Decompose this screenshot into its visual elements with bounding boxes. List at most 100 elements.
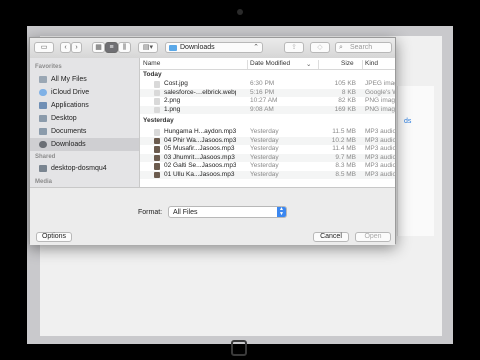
column-view-button[interactable]: ⫼ <box>118 42 131 53</box>
sidebar-item-label: Downloads <box>51 141 86 148</box>
file-date: 5:16 PM <box>250 88 275 96</box>
file-row[interactable]: 04 Phir Wa...Jasoos.mp3 Yesterday 10.2 M… <box>140 136 395 145</box>
file-date: Yesterday <box>250 170 279 178</box>
list-icon: ≡ <box>109 44 114 51</box>
dialog-accessory-bar: Format: All Files ▲ ▼ Options Cancel Open <box>30 187 395 245</box>
back-button[interactable]: ‹ <box>60 42 71 53</box>
icon-view-button[interactable]: ▦ <box>92 42 105 53</box>
folder-path-popup[interactable]: Downloads ⌃ <box>165 42 263 53</box>
chevron-right-icon: › <box>75 44 78 51</box>
file-row[interactable]: 03 Jhumrit...Jasoos.mp3 Yesterday 9.7 MB… <box>140 153 395 162</box>
format-select[interactable]: All Files ▲ ▼ <box>168 206 287 218</box>
file-size: 11.5 MB <box>332 128 356 135</box>
open-button[interactable]: Open <box>355 232 391 242</box>
cloud-icon <box>39 89 47 96</box>
sidebar-item-label: Documents <box>51 128 87 135</box>
sidebar-toggle-icon: ▭ <box>40 44 48 51</box>
sidebar-item-icloud-drive[interactable]: iCloud Drive <box>30 86 139 99</box>
file-row[interactable]: 1.png 9:08 AM 169 KB PNG image <box>140 105 395 114</box>
ipad-screen: ds ▭ ‹ › ▦ ≡ ⫼ ▤▾ Downloads ⌃ ⇪ ◇ ⌕ Sear… <box>27 26 453 344</box>
file-list: Name Date Modified ⌄ Size Kind Today Cos… <box>140 58 395 187</box>
background-link[interactable]: ds <box>404 118 411 125</box>
options-button[interactable]: Options <box>36 232 72 242</box>
grid-icon: ▦ <box>95 44 102 51</box>
folder-icon <box>169 45 177 51</box>
sidebar-item-downloads[interactable]: Downloads <box>30 138 139 151</box>
file-row[interactable]: Hungama H...aydon.mp3 Yesterday 11.5 MB … <box>140 128 395 137</box>
favorites-heading: Favorites <box>35 64 62 70</box>
column-name[interactable]: Name <box>143 60 160 67</box>
sidebar-item-all-my-files[interactable]: All My Files <box>30 73 139 86</box>
file-name: 01 Ullu Ka...Jasoos.mp3 <box>164 170 235 178</box>
file-kind: PNG image <box>365 97 395 104</box>
file-kind: Google's W <box>365 88 395 96</box>
file-name: 04 Phir Wa...Jasoos.mp3 <box>164 136 236 144</box>
sidebar-toggle-button[interactable]: ▭ <box>34 42 54 53</box>
file-kind: JPEG image <box>365 80 395 87</box>
album-art-icon <box>154 154 160 161</box>
home-button[interactable] <box>231 340 247 356</box>
file-name: 2.png <box>164 97 181 104</box>
image-file-icon <box>154 81 160 88</box>
file-name: 1.png <box>164 105 181 113</box>
file-size: 105 KB <box>334 80 356 87</box>
file-kind: MP3 audio <box>365 136 395 144</box>
format-label: Format: <box>138 209 163 216</box>
column-date[interactable]: Date Modified <box>250 60 290 67</box>
cancel-button[interactable]: Cancel <box>313 232 349 242</box>
column-divider <box>362 60 363 69</box>
open-file-dialog: ▭ ‹ › ▦ ≡ ⫼ ▤▾ Downloads ⌃ ⇪ ◇ ⌕ Search … <box>29 37 396 245</box>
album-art-icon <box>154 163 160 170</box>
audio-file-icon <box>154 129 160 136</box>
sidebar-item-desktop-dosmqu4[interactable]: desktop-dosmqu4 <box>30 162 139 175</box>
sidebar: Favorites All My Files iCloud Drive Appl… <box>30 58 140 187</box>
group-icon: ▤▾ <box>142 44 154 51</box>
sidebar-item-desktop[interactable]: Desktop <box>30 112 139 125</box>
file-kind: MP3 audio <box>365 128 395 135</box>
sidebar-item-documents[interactable]: Documents <box>30 125 139 138</box>
list-view-button[interactable]: ≡ <box>105 42 118 53</box>
file-kind: MP3 audio <box>365 162 395 169</box>
file-kind: MP3 audio <box>365 170 395 178</box>
chevron-updown-icon: ⌃ <box>253 44 259 51</box>
file-size: 82 KB <box>338 97 356 104</box>
file-row[interactable]: 05 Musafir...Jasoos.mp3 Yesterday 11.4 M… <box>140 145 395 154</box>
file-date: 6:30 PM <box>250 80 275 87</box>
file-date: 10:27 AM <box>250 97 278 104</box>
search-field[interactable]: ⌕ Search <box>335 42 392 53</box>
album-art-icon <box>154 171 160 178</box>
group-by-button[interactable]: ▤▾ <box>138 42 158 53</box>
file-date: 9:08 AM <box>250 105 274 113</box>
media-heading: Media <box>35 179 53 185</box>
file-kind: PNG image <box>365 105 395 113</box>
column-kind[interactable]: Kind <box>365 60 378 67</box>
sidebar-item-applications[interactable]: Applications <box>30 99 139 112</box>
sidebar-item-label: desktop-dosmqu4 <box>51 165 107 172</box>
background-panel: ds <box>397 86 434 236</box>
file-row[interactable]: 01 Ullu Ka...Jasoos.mp3 Yesterday 8.5 MB… <box>140 170 395 179</box>
popup-stepper-icon: ▲ ▼ <box>277 207 286 217</box>
column-size[interactable]: Size <box>341 60 354 67</box>
column-header-row: Name Date Modified ⌄ Size Kind <box>140 58 395 70</box>
file-row[interactable]: 02 Galti Se...Jasoos.mp3 Yesterday 8.3 M… <box>140 162 395 171</box>
applications-icon <box>39 102 47 109</box>
tag-button[interactable]: ◇ <box>310 42 330 53</box>
format-value: All Files <box>173 209 198 216</box>
file-row[interactable]: 2.png 10:27 AM 82 KB PNG image <box>140 97 395 106</box>
image-file-icon <box>154 106 160 113</box>
current-folder-label: Downloads <box>180 44 215 51</box>
column-divider <box>247 60 248 69</box>
forward-button[interactable]: › <box>71 42 82 53</box>
file-size: 8.5 MB <box>335 170 356 178</box>
downloads-icon <box>39 141 47 148</box>
columns-icon: ⫼ <box>122 44 127 51</box>
documents-icon <box>39 128 47 135</box>
file-kind: MP3 audio <box>365 145 395 152</box>
file-date: Yesterday <box>250 128 279 135</box>
file-size: 11.4 MB <box>332 145 356 152</box>
sidebar-item-label: Desktop <box>51 115 77 122</box>
file-row[interactable]: Cost.jpg 6:30 PM 105 KB JPEG image <box>140 80 395 89</box>
file-row[interactable]: salesforce-…elbrick.webp 5:16 PM 8 KB Go… <box>140 88 395 97</box>
album-art-icon <box>154 137 160 144</box>
share-button[interactable]: ⇪ <box>284 42 304 53</box>
